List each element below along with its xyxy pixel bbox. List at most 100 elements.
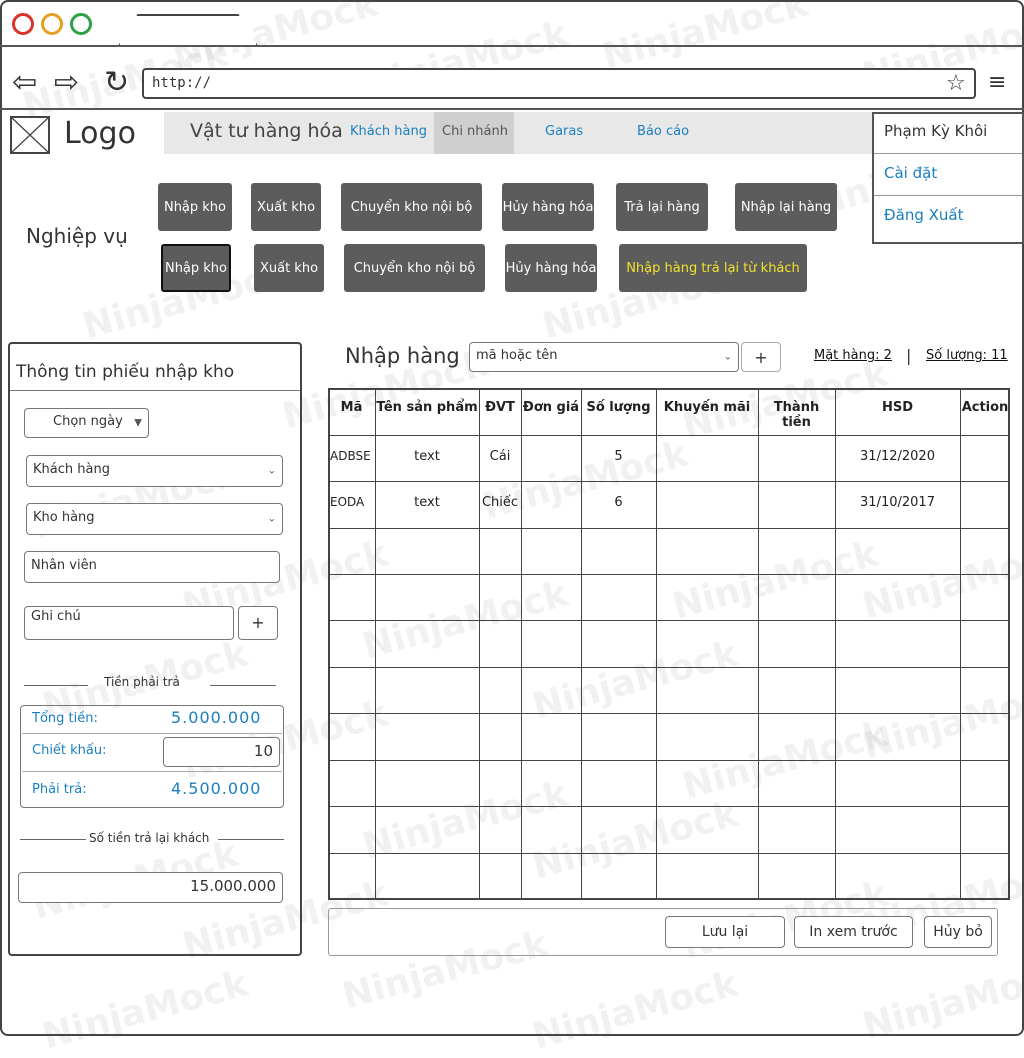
table-cell[interactable]: 31/10/2017: [835, 495, 960, 510]
browser-tab[interactable]: [118, 14, 258, 46]
tab-divider: [0, 45, 1024, 47]
warehouse-placeholder: Kho hàng: [33, 510, 95, 525]
btn-huy-hang-1[interactable]: Hủy hàng hóa: [502, 183, 594, 231]
separator: |: [906, 346, 912, 365]
chevron-down-icon: ⌄: [267, 465, 276, 477]
table-cell[interactable]: text: [375, 495, 479, 510]
table-row-divider: [328, 853, 1010, 854]
btn-xuat-kho-1[interactable]: Xuất kho: [251, 183, 321, 231]
menu-chi-nhanh[interactable]: Chi nhánh: [442, 124, 508, 139]
table-row-divider: [328, 760, 1010, 761]
table-row-divider: [328, 713, 1010, 714]
forward-arrow-icon[interactable]: ⇨: [54, 68, 79, 98]
customer-select[interactable]: Khách hàng ⌄: [26, 455, 283, 487]
pay-label: Phải trả:: [32, 782, 87, 797]
note-input[interactable]: Ghi chú: [24, 606, 234, 640]
table-row-divider: [328, 528, 1010, 529]
table-header-cell: HSD: [881, 400, 914, 415]
table-cell[interactable]: 6: [581, 495, 656, 510]
table-row-divider: [328, 481, 1010, 482]
reload-icon[interactable]: ↻: [104, 68, 129, 98]
btn-nhap-hang-tra-lai[interactable]: Nhập hàng trả lại từ khách: [619, 244, 807, 292]
print-preview-button[interactable]: In xem trước: [794, 916, 913, 948]
btn-chuyen-kho-2[interactable]: Chuyển kho nội bộ: [344, 244, 485, 292]
logout-link[interactable]: Đăng Xuất: [874, 196, 1022, 238]
menu-vat-tu[interactable]: Vật tư hàng hóa: [190, 120, 343, 142]
table-header-cell: Thành tiền: [773, 400, 820, 430]
table-column-divider: [960, 388, 961, 900]
table-cell[interactable]: 5: [581, 449, 656, 464]
staff-input[interactable]: Nhân viên: [24, 551, 280, 583]
pay-value: 4.500.000: [171, 779, 262, 798]
btn-nhap-lai-hang[interactable]: Nhập lại hàng: [735, 183, 837, 231]
logo-image-icon: [10, 116, 50, 154]
table-cell[interactable]: Cái: [479, 449, 521, 464]
divider: [20, 839, 86, 840]
menu-khach-hang[interactable]: Khách hàng: [350, 124, 427, 139]
discount-input[interactable]: 10: [163, 737, 280, 767]
add-product-button[interactable]: +: [741, 342, 781, 372]
add-note-button[interactable]: +: [238, 606, 278, 640]
save-button[interactable]: Lưu lại: [665, 916, 785, 948]
menu-garas[interactable]: Garas: [545, 124, 583, 139]
quantity-count-link[interactable]: Số lượng: 11: [926, 348, 1008, 363]
back-arrow-icon[interactable]: ⇦: [12, 68, 37, 98]
divider: [24, 685, 88, 686]
search-placeholder: mã hoặc tên: [476, 348, 558, 363]
table-header-cell: Đơn giá: [522, 400, 580, 415]
refund-input[interactable]: 15.000.000: [18, 872, 283, 903]
cancel-button[interactable]: Hủy bỏ: [924, 916, 992, 948]
discount-label: Chiết khấu:: [32, 743, 107, 758]
table-column-divider: [521, 388, 522, 900]
product-table: [328, 388, 1010, 900]
table-column-divider: [479, 388, 480, 900]
total-label: Tổng tiền:: [32, 711, 98, 726]
warehouse-select[interactable]: Kho hàng ⌄: [26, 503, 283, 535]
maximize-window-dot[interactable]: [70, 13, 92, 35]
btn-nhap-kho-2[interactable]: Nhập kho: [161, 244, 231, 292]
btn-huy-hang-2[interactable]: Hủy hàng hóa: [505, 244, 597, 292]
table-cell[interactable]: ADBSE: [328, 449, 375, 463]
table-column-divider: [656, 388, 657, 900]
import-title: Nhập hàng: [345, 344, 460, 368]
divider: [22, 733, 282, 734]
chevron-down-icon: ⌄: [267, 513, 276, 525]
close-window-dot[interactable]: [12, 13, 34, 35]
table-header-cell: ĐVT: [485, 400, 515, 415]
divider: [210, 685, 276, 686]
menu-bao-cao[interactable]: Báo cáo: [637, 124, 689, 139]
btn-tra-lai-hang[interactable]: Trả lại hàng: [616, 183, 708, 231]
table-column-divider: [758, 388, 759, 900]
table-column-divider: [375, 388, 376, 900]
table-row-divider: [328, 620, 1010, 621]
nghiep-vu-label: Nghiệp vụ: [26, 224, 128, 248]
url-bar[interactable]: http://: [142, 68, 976, 99]
user-name[interactable]: Phạm Kỳ Khôi: [874, 112, 1022, 154]
star-icon[interactable]: ☆: [946, 71, 966, 96]
btn-chuyen-kho-1[interactable]: Chuyển kho nội bộ: [341, 183, 482, 231]
minimize-window-dot[interactable]: [41, 13, 63, 35]
btn-xuat-kho-2[interactable]: Xuất kho: [254, 244, 324, 292]
pay-section-label: Tiền phải trả: [104, 675, 180, 689]
chevron-down-icon: ⌄: [723, 351, 732, 363]
table-row-divider: [328, 574, 1010, 575]
table-header-cell: Mã: [340, 400, 363, 415]
hamburger-menu-icon[interactable]: ≡: [988, 70, 1006, 95]
item-count-link[interactable]: Mặt hàng: 2: [814, 348, 892, 363]
table-cell[interactable]: Chiếc: [479, 495, 521, 510]
divider: [218, 839, 284, 840]
customer-placeholder: Khách hàng: [33, 462, 110, 477]
product-search-select[interactable]: mã hoặc tên ⌄: [469, 342, 739, 372]
table-header-cell: Khuyến mãi: [663, 400, 751, 415]
table-header-cell: Action: [961, 400, 1009, 415]
table-cell[interactable]: text: [375, 449, 479, 464]
table-header-cell: Số lượng: [586, 400, 651, 415]
table-row-divider: [328, 435, 1010, 436]
settings-link[interactable]: Cài đặt: [874, 154, 1022, 196]
logo-text: Logo: [64, 116, 136, 151]
btn-nhap-kho-1[interactable]: Nhập kho: [158, 183, 232, 231]
date-picker-label: Chọn ngày: [53, 414, 123, 429]
table-cell[interactable]: EODA: [328, 495, 375, 509]
table-cell[interactable]: 31/12/2020: [835, 449, 960, 464]
date-picker-button[interactable]: Chọn ngày ▼: [24, 408, 149, 438]
